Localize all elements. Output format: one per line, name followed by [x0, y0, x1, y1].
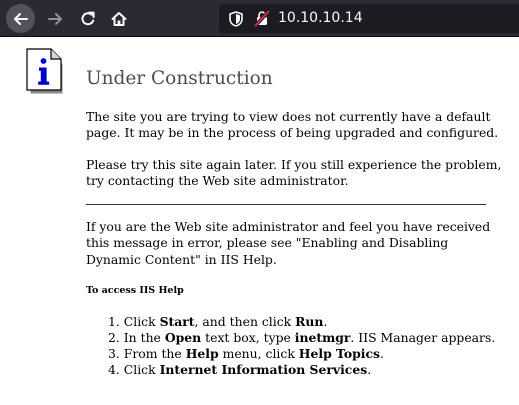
retry-paragraph: Please try this site again later. If you…: [86, 157, 502, 189]
divider: [86, 204, 486, 205]
forward-button[interactable]: [40, 4, 69, 33]
reload-button[interactable]: [73, 4, 102, 33]
list-item: 1. Click Start, and then click Run.: [108, 314, 328, 329]
admin-paragraph: If you are the Web site administrator an…: [86, 219, 491, 267]
list-item: 4. Click Internet Information Services.: [108, 362, 372, 377]
page-content: Under Construction The site you are tryi…: [0, 37, 519, 405]
help-steps-list: 1. Click Start, and then click Run. 2. I…: [108, 314, 495, 378]
help-heading: To access IIS Help: [86, 285, 184, 296]
url-bar[interactable]: 10.10.10.14: [219, 4, 519, 33]
url-text[interactable]: 10.10.10.14: [278, 9, 363, 28]
page-title: Under Construction: [86, 68, 273, 89]
intro-paragraph: The site you are trying to view does not…: [86, 109, 499, 141]
shield-icon[interactable]: [229, 11, 243, 27]
info-icon: [26, 48, 63, 94]
arrow-left-icon: [13, 12, 28, 25]
arrow-right-icon: [47, 12, 62, 25]
list-item: 3. From the Help menu, click Help Topics…: [108, 346, 384, 361]
home-icon: [111, 11, 126, 26]
reload-icon: [81, 11, 95, 25]
back-button[interactable]: [6, 4, 35, 33]
browser-toolbar: 10.10.10.14: [0, 0, 519, 37]
list-item: 2. In the Open text box, type inetmgr. I…: [108, 330, 496, 345]
insecure-lock-icon[interactable]: [254, 10, 270, 27]
home-button[interactable]: [104, 4, 133, 33]
